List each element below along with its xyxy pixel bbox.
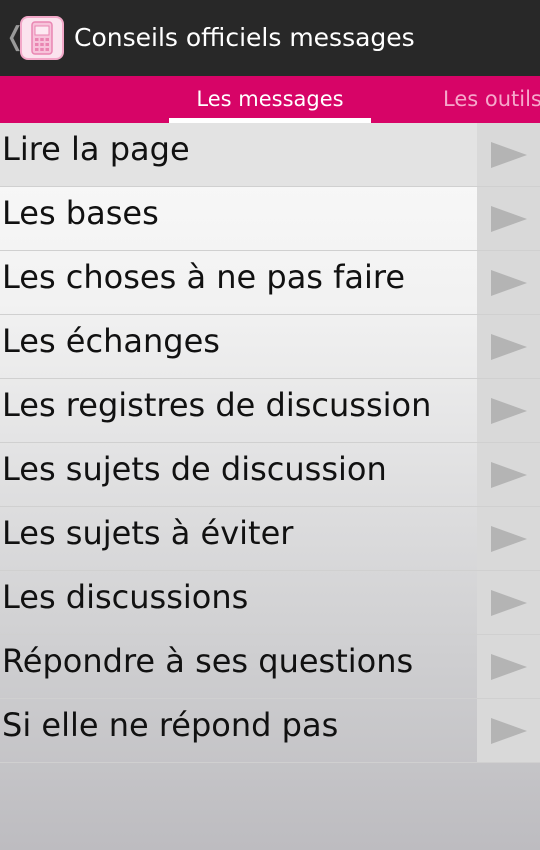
list-item-label: Les choses à ne pas faire xyxy=(2,258,406,296)
list-item-label: Les bases xyxy=(2,194,159,232)
list-item[interactable]: Les sujets de discussion xyxy=(0,443,540,507)
play-arrow-icon[interactable] xyxy=(477,123,540,186)
list-item-label: Les registres de discussion xyxy=(2,386,432,424)
menu-list: Lire la page Les bases Les choses à ne p… xyxy=(0,123,540,763)
list-item[interactable]: Les discussions xyxy=(0,571,540,635)
play-arrow-icon-graphic xyxy=(490,333,527,360)
tab-bar: Les messages Les outils xyxy=(0,76,540,123)
app-title: Conseils officiels messages xyxy=(74,23,415,52)
play-arrow-icon-graphic xyxy=(490,717,527,744)
list-item-label: Les sujets de discussion xyxy=(2,450,387,488)
list-item[interactable]: Répondre à ses questions xyxy=(0,635,540,699)
play-arrow-icon-graphic xyxy=(490,397,527,424)
list-item[interactable]: Les sujets à éviter xyxy=(0,507,540,571)
list-item-label: Les échanges xyxy=(2,322,220,360)
play-arrow-icon[interactable] xyxy=(477,379,540,442)
list-item-label: Répondre à ses questions xyxy=(2,642,414,680)
list-item[interactable]: Si elle ne répond pas xyxy=(0,699,540,763)
tab-les-outils[interactable]: Les outils xyxy=(443,76,540,123)
phone-icon-graphic xyxy=(31,21,53,55)
action-bar: ❬ Conseils officiels messages xyxy=(0,0,540,76)
play-arrow-icon[interactable] xyxy=(477,571,540,634)
list-item[interactable]: Les échanges xyxy=(0,315,540,379)
list-item-label: Si elle ne répond pas xyxy=(2,706,339,744)
list-item-label: Lire la page xyxy=(2,130,190,168)
play-arrow-icon[interactable] xyxy=(477,187,540,250)
list-item-label: Les discussions xyxy=(2,578,249,616)
play-arrow-icon-graphic xyxy=(490,141,527,168)
list-item-label: Les sujets à éviter xyxy=(2,514,294,552)
list-item[interactable]: Les choses à ne pas faire xyxy=(0,251,540,315)
list-item[interactable]: Lire la page xyxy=(0,123,540,187)
list-item[interactable]: Les bases xyxy=(0,187,540,251)
play-arrow-icon[interactable] xyxy=(477,251,540,314)
play-arrow-icon-graphic xyxy=(490,589,527,616)
play-arrow-icon-graphic xyxy=(490,205,527,232)
phone-icon[interactable] xyxy=(20,16,64,60)
play-arrow-icon-graphic xyxy=(490,461,527,488)
play-arrow-icon[interactable] xyxy=(477,699,540,762)
play-arrow-icon[interactable] xyxy=(477,315,540,378)
play-arrow-icon[interactable] xyxy=(477,635,540,698)
play-arrow-icon[interactable] xyxy=(477,507,540,570)
play-arrow-icon-graphic xyxy=(490,269,527,296)
play-arrow-icon[interactable] xyxy=(477,443,540,506)
play-arrow-icon-graphic xyxy=(490,653,527,680)
list-item[interactable]: Les registres de discussion xyxy=(0,379,540,443)
tab-les-messages[interactable]: Les messages xyxy=(169,76,371,123)
play-arrow-icon-graphic xyxy=(490,525,527,552)
